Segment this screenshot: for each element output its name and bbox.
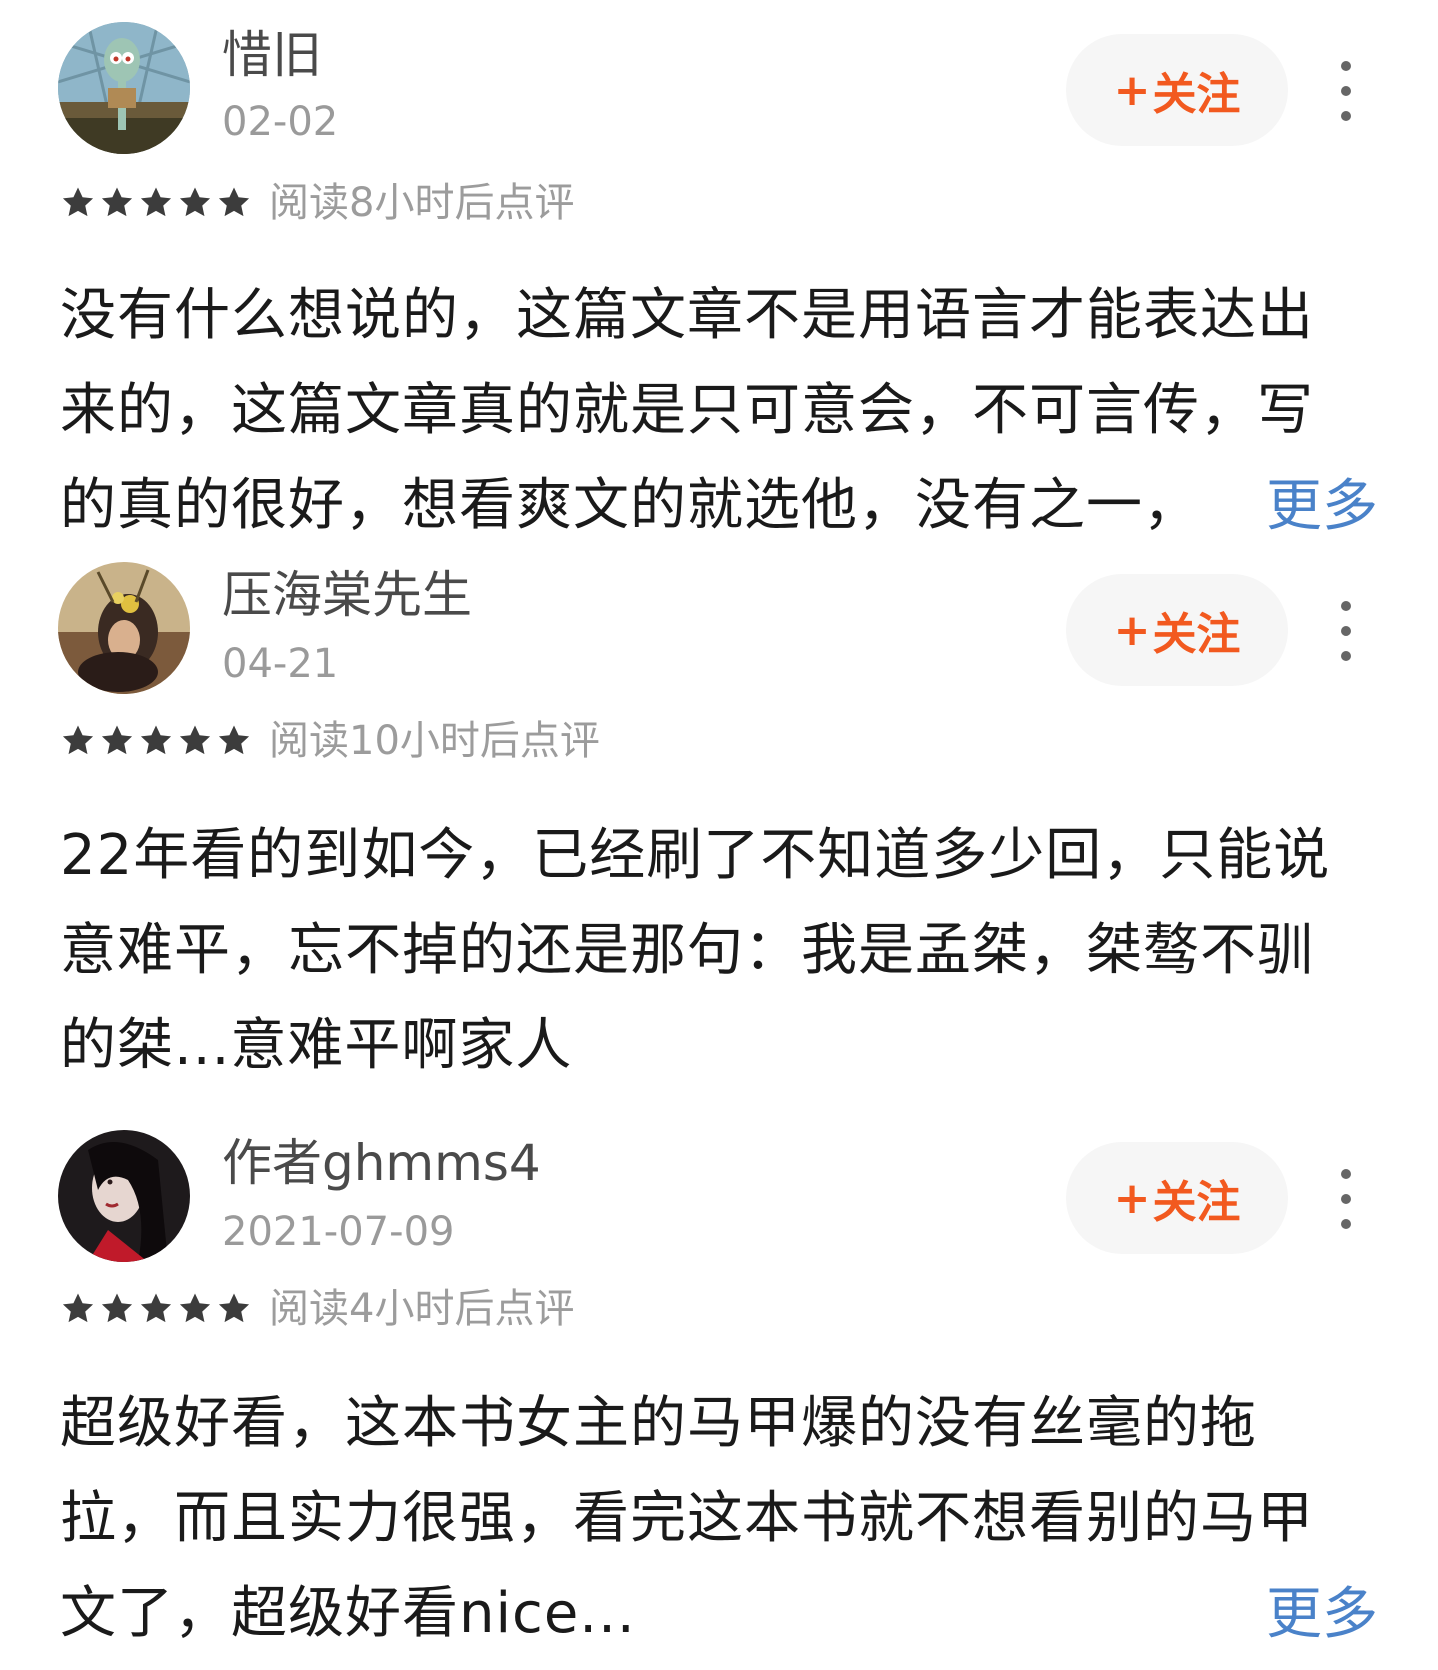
follow-button[interactable]: + 关注 bbox=[1066, 34, 1288, 146]
comment-line: 没有什么想说的，这篇文章不是用语言才能表达出 bbox=[60, 283, 1314, 348]
comment-line: 拉，而且实力很强，看完这本书就不想看别的马甲 bbox=[60, 1486, 1314, 1551]
rating-row: 阅读8小时后点评 bbox=[60, 178, 574, 228]
user-avatar[interactable] bbox=[58, 1130, 190, 1262]
comment-body[interactable]: 超级好看，这本书女主的马甲爆的没有丝毫的拖 拉，而且实力很强，看完这本书就不想看… bbox=[60, 1376, 1370, 1661]
comment-date: 02-02 bbox=[222, 99, 339, 145]
plus-icon: + bbox=[1113, 604, 1151, 656]
plus-icon: + bbox=[1113, 1172, 1151, 1224]
comment-line: 文了，超级好看nice... bbox=[60, 1581, 636, 1646]
follow-button[interactable]: + 关注 bbox=[1066, 574, 1288, 686]
username[interactable]: 压海棠先生 bbox=[222, 565, 472, 625]
star-icon bbox=[218, 1293, 250, 1323]
comment-line: 来的，这篇文章真的就是只可意会，不可言传，写 bbox=[60, 378, 1314, 443]
star-icon bbox=[101, 1293, 133, 1323]
star-icon bbox=[62, 1293, 94, 1323]
comment-line: 22年看的到如今，已经刷了不知道多少回，只能说 bbox=[60, 823, 1331, 888]
comment-date: 2021-07-09 bbox=[222, 1209, 455, 1255]
plus-icon: + bbox=[1113, 64, 1151, 116]
star-rating bbox=[60, 186, 255, 220]
star-icon bbox=[140, 187, 172, 217]
star-rating bbox=[60, 724, 255, 758]
star-icon bbox=[101, 725, 133, 755]
read-time-meta: 阅读4小时后点评 bbox=[269, 1286, 575, 1332]
follow-label: 关注 bbox=[1152, 1177, 1241, 1228]
comment-line: 的桀...意难平啊家人 bbox=[60, 1013, 573, 1078]
star-icon bbox=[140, 1293, 172, 1323]
star-icon bbox=[218, 725, 250, 755]
star-icon bbox=[179, 1293, 211, 1323]
username[interactable]: 作者ghmms4 bbox=[222, 1133, 541, 1193]
more-options-icon[interactable] bbox=[1326, 1164, 1366, 1234]
comment-line: 超级好看，这本书女主的马甲爆的没有丝毫的拖 bbox=[60, 1391, 1257, 1456]
follow-label: 关注 bbox=[1152, 609, 1241, 660]
star-icon bbox=[62, 725, 94, 755]
expand-more-link[interactable]: 更多 bbox=[1266, 472, 1378, 542]
more-options-icon[interactable] bbox=[1326, 56, 1366, 126]
more-options-icon[interactable] bbox=[1326, 596, 1366, 666]
comment-card: 惜旧 02-02 + 关注 阅读8小时后点评 没有什么想说的，这篇文章不是用语言才… bbox=[0, 0, 1438, 539]
read-time-meta: 阅读10小时后点评 bbox=[269, 718, 600, 764]
expand-more-link[interactable]: 更多 bbox=[1266, 1580, 1378, 1650]
squidward-avatar-image bbox=[58, 22, 190, 154]
follow-label: 关注 bbox=[1152, 69, 1241, 120]
rating-row: 阅读10小时后点评 bbox=[60, 716, 600, 766]
star-icon bbox=[62, 187, 94, 217]
comment-line: 意难平，忘不掉的还是那句：我是孟桀，桀骜不驯 bbox=[60, 918, 1314, 983]
follow-button[interactable]: + 关注 bbox=[1066, 1142, 1288, 1254]
portrait-avatar-image bbox=[58, 1130, 190, 1262]
star-icon bbox=[218, 187, 250, 217]
rating-row: 阅读4小时后点评 bbox=[60, 1284, 574, 1334]
star-icon bbox=[179, 187, 211, 217]
comment-date: 04-21 bbox=[222, 641, 339, 687]
portrait-avatar-image bbox=[58, 562, 190, 694]
read-time-meta: 阅读8小时后点评 bbox=[269, 180, 575, 226]
user-avatar[interactable] bbox=[58, 22, 190, 154]
comment-body[interactable]: 没有什么想说的，这篇文章不是用语言才能表达出 来的，这篇文章真的就是只可意会，不… bbox=[60, 268, 1370, 553]
comment-body[interactable]: 22年看的到如今，已经刷了不知道多少回，只能说 意难平，忘不掉的还是那句：我是孟… bbox=[60, 808, 1370, 1093]
comment-card: 作者ghmms4 2021-07-09 + 关注 阅读4小时后点评 超级好看，这本… bbox=[0, 0, 1438, 1647]
user-avatar[interactable] bbox=[58, 562, 190, 694]
star-icon bbox=[179, 725, 211, 755]
star-icon bbox=[101, 187, 133, 217]
comment-line: 的真的很好，想看爽文的就选他，没有之一， bbox=[60, 473, 1200, 538]
star-rating bbox=[60, 1292, 255, 1326]
username[interactable]: 惜旧 bbox=[222, 25, 322, 85]
star-icon bbox=[140, 725, 172, 755]
